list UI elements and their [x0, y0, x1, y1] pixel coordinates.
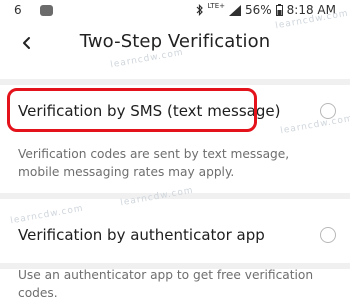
status-bar: 6 LTE+ 56% 8:18 AM: [0, 0, 350, 22]
highlight-annotation: [7, 88, 257, 132]
bluetooth-icon: [196, 4, 203, 16]
lte-label: LTE+: [207, 2, 226, 10]
option-authenticator-description: Use an authenticator app to get free ver…: [18, 268, 314, 300]
section-divider: [0, 193, 350, 199]
app-header: Two-Step Verification: [0, 22, 350, 64]
option-sms-radio[interactable]: [320, 103, 336, 119]
signal-icon: [229, 4, 241, 16]
battery-percent: 56%: [245, 3, 272, 17]
status-left-text: 6: [14, 3, 22, 17]
option-authenticator-row[interactable]: Verification by authenticator app: [0, 211, 350, 259]
option-authenticator-label: Verification by authenticator app: [18, 226, 265, 244]
section-divider: [0, 79, 350, 85]
battery-icon: [275, 4, 283, 16]
page-title: Two-Step Verification: [79, 31, 271, 52]
option-sms-description: Verification codes are sent by text mess…: [18, 147, 290, 179]
option-authenticator-radio[interactable]: [320, 227, 336, 243]
status-right-group: LTE+ 56% 8:18 AM: [196, 2, 336, 17]
notification-badge-icon: [40, 5, 53, 16]
status-time: 8:18 AM: [286, 3, 336, 17]
